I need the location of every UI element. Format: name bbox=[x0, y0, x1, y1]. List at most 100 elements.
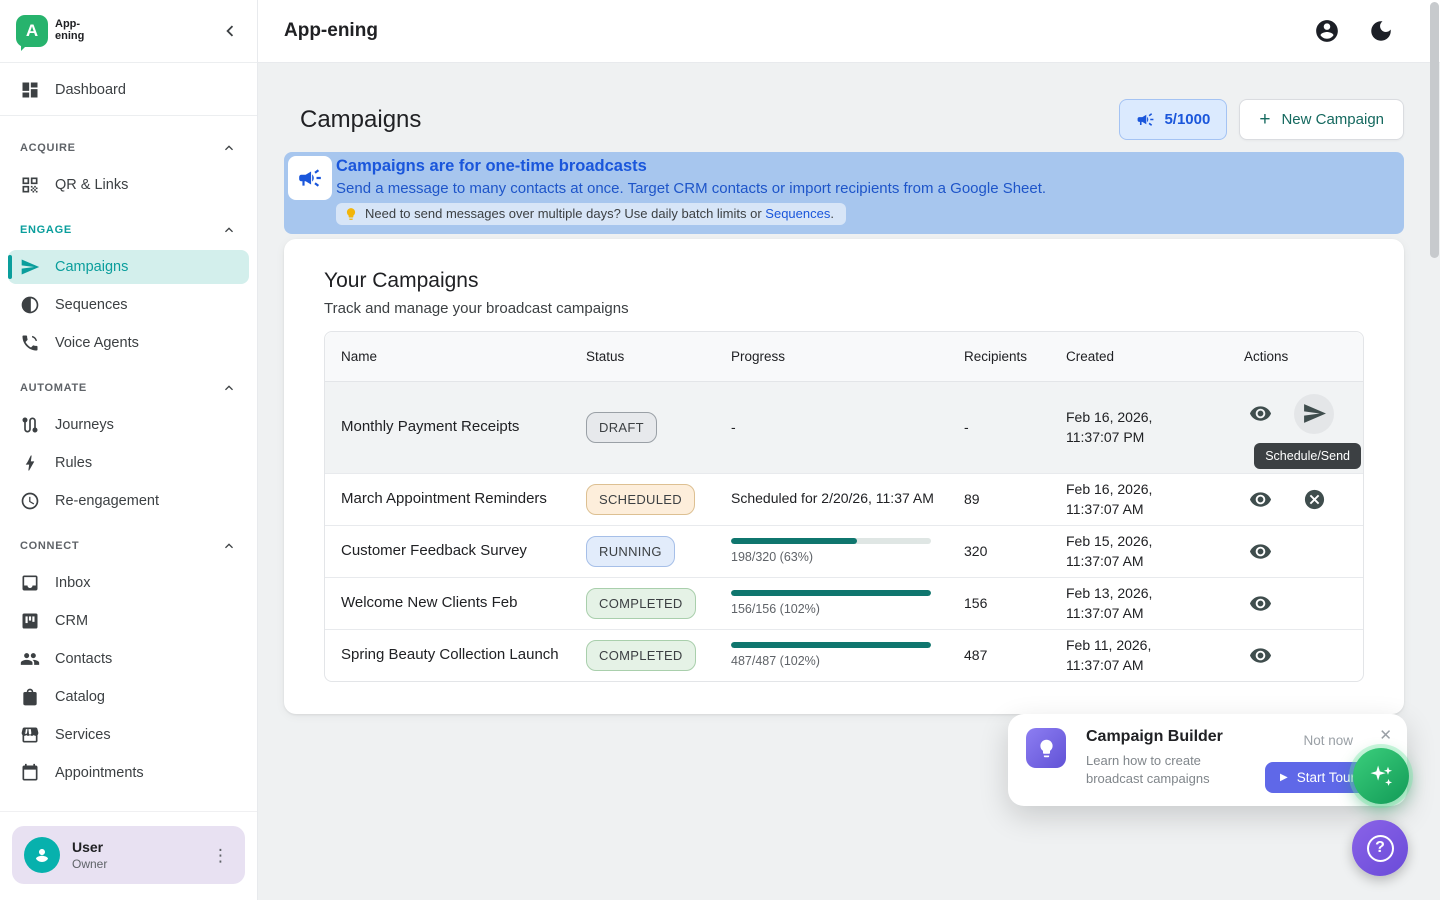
sidebar-item-journeys[interactable]: Journeys bbox=[8, 408, 249, 442]
qr-code-icon bbox=[20, 175, 40, 195]
view-button[interactable] bbox=[1240, 394, 1280, 434]
campaign-quota-badge[interactable]: 5/1000 bbox=[1119, 99, 1227, 140]
progress-fill bbox=[731, 590, 931, 596]
table-row: Monthly Payment Receipts DRAFT - - Feb 1… bbox=[325, 382, 1363, 473]
sidebar-collapse-button[interactable] bbox=[219, 20, 241, 42]
eye-icon bbox=[1249, 540, 1272, 563]
popup-body: Campaign Builder Learn how to create bro… bbox=[1086, 728, 1238, 792]
sidebar: A App- ening Dashboard ACQUIRE QR & Link… bbox=[0, 0, 258, 900]
sidebar-item-catalog[interactable]: Catalog bbox=[8, 680, 249, 714]
recipients-cell: 156 bbox=[964, 595, 1066, 611]
campaign-name: March Appointment Reminders bbox=[341, 489, 586, 509]
sidebar-footer: User Owner ⋮ bbox=[0, 811, 257, 900]
app-logo-icon[interactable]: A bbox=[16, 15, 48, 47]
lightning-bolt-icon bbox=[20, 453, 40, 473]
dark-mode-moon-icon[interactable] bbox=[1368, 18, 1394, 44]
view-button[interactable] bbox=[1240, 531, 1280, 571]
sidebar-item-contacts[interactable]: Contacts bbox=[8, 642, 249, 676]
sidebar-section-connect[interactable]: CONNECT bbox=[8, 522, 249, 562]
schedule-send-button[interactable] bbox=[1294, 394, 1334, 434]
progress-label: 156/156 (102%) bbox=[731, 602, 931, 616]
sidebar-item-re-engagement[interactable]: Re-engagement bbox=[8, 484, 249, 518]
plus-icon: + bbox=[1259, 110, 1270, 129]
app-root: A App- ening Dashboard ACQUIRE QR & Link… bbox=[0, 0, 1440, 900]
user-menu-dots-icon[interactable]: ⋮ bbox=[208, 843, 233, 868]
sidebar-item-sequences[interactable]: Sequences bbox=[8, 288, 249, 322]
banner-icon-box bbox=[288, 156, 332, 200]
sidebar-header: A App- ening bbox=[0, 0, 257, 63]
eye-icon bbox=[1249, 644, 1272, 667]
sidebar-item-voice-agents[interactable]: Voice Agents bbox=[8, 326, 249, 360]
sidebar-item-label: Re-engagement bbox=[55, 493, 159, 509]
table-header-row: Name Status Progress Recipients Created … bbox=[325, 332, 1363, 382]
top-header: App-ening bbox=[258, 0, 1440, 63]
sidebar-item-qr-links[interactable]: QR & Links bbox=[8, 168, 249, 202]
sidebar-item-campaigns[interactable]: Campaigns bbox=[8, 250, 249, 284]
col-actions: Actions bbox=[1226, 349, 1347, 364]
info-banner: Campaigns are for one-time broadcasts Se… bbox=[284, 152, 1404, 234]
sidebar-item-rules[interactable]: Rules bbox=[8, 446, 249, 480]
sidebar-section-engage[interactable]: ENGAGE bbox=[8, 206, 249, 246]
ai-assistant-fab[interactable] bbox=[1353, 748, 1409, 804]
user-avatar bbox=[24, 837, 60, 873]
view-button[interactable] bbox=[1240, 583, 1280, 623]
page-title: Campaigns bbox=[300, 106, 421, 134]
calendar-icon bbox=[20, 763, 40, 783]
contrast-circle-icon bbox=[20, 295, 40, 315]
new-campaign-button[interactable]: + New Campaign bbox=[1239, 99, 1404, 140]
sidebar-item-appointments[interactable]: Appointments bbox=[8, 756, 249, 790]
sidebar-section-automate[interactable]: AUTOMATE bbox=[8, 364, 249, 404]
eye-icon bbox=[1249, 592, 1272, 615]
user-card[interactable]: User Owner ⋮ bbox=[12, 826, 245, 884]
recipients-cell: - bbox=[964, 419, 1066, 435]
created-cell: Feb 16, 2026, 11:37:07 PM bbox=[1066, 407, 1198, 448]
view-button[interactable] bbox=[1240, 479, 1280, 519]
recipients-cell: 320 bbox=[964, 543, 1066, 559]
cancel-button[interactable] bbox=[1294, 479, 1334, 519]
question-mark-icon: ? bbox=[1367, 835, 1394, 862]
sidebar-item-label: Campaigns bbox=[55, 259, 128, 275]
sidebar-item-inbox[interactable]: Inbox bbox=[8, 566, 249, 600]
progress-fill bbox=[731, 538, 857, 544]
sequences-link[interactable]: Sequences bbox=[765, 206, 830, 221]
progress-label: 487/487 (102%) bbox=[731, 654, 931, 668]
send-icon bbox=[1302, 401, 1327, 426]
table-row: Customer Feedback Survey RUNNING 198/320… bbox=[325, 525, 1363, 577]
app-logo-text[interactable]: App- ening bbox=[55, 19, 84, 42]
sidebar-item-services[interactable]: Services bbox=[8, 718, 249, 752]
progress-cell: - bbox=[731, 419, 964, 435]
section-label: ACQUIRE bbox=[20, 142, 76, 154]
sidebar-item-crm[interactable]: CRM bbox=[8, 604, 249, 638]
sidebar-item-label: CRM bbox=[55, 613, 88, 629]
col-created: Created bbox=[1066, 349, 1226, 364]
sidebar-item-label: Journeys bbox=[55, 417, 114, 433]
progress-track bbox=[731, 642, 931, 648]
not-now-button[interactable]: Not now bbox=[1303, 733, 1353, 748]
status-badge: DRAFT bbox=[586, 412, 657, 443]
table-row: Spring Beauty Collection Launch COMPLETE… bbox=[325, 629, 1363, 681]
view-button[interactable] bbox=[1240, 635, 1280, 675]
status-badge: COMPLETED bbox=[586, 640, 696, 671]
status-badge: SCHEDULED bbox=[586, 484, 695, 515]
campaign-builder-popup: Campaign Builder Learn how to create bro… bbox=[1008, 714, 1407, 806]
created-cell: Feb 16, 2026, 11:37:07 AM bbox=[1066, 479, 1198, 520]
tip-prefix: Need to send messages over multiple days… bbox=[365, 206, 765, 221]
actions-cell bbox=[1226, 583, 1347, 623]
page-scrollbar-thumb[interactable] bbox=[1430, 2, 1439, 258]
account-circle-icon[interactable] bbox=[1314, 18, 1340, 44]
sidebar-item-label: Catalog bbox=[55, 689, 105, 705]
sidebar-item-label: QR & Links bbox=[55, 177, 128, 193]
progress-fill bbox=[731, 642, 931, 648]
megaphone-icon bbox=[297, 165, 323, 191]
megaphone-icon bbox=[1136, 110, 1155, 129]
header-title: App-ening bbox=[284, 20, 378, 42]
sidebar-section-acquire[interactable]: ACQUIRE bbox=[8, 124, 249, 164]
sidebar-item-dashboard[interactable]: Dashboard bbox=[8, 73, 249, 107]
shopping-bag-icon bbox=[20, 687, 40, 707]
close-icon[interactable]: ✕ bbox=[1377, 724, 1394, 746]
progress-cell: 156/156 (102%) bbox=[731, 590, 931, 616]
send-icon bbox=[20, 257, 40, 277]
help-fab[interactable]: ? bbox=[1352, 820, 1408, 876]
table-row: Welcome New Clients Feb COMPLETED 156/15… bbox=[325, 577, 1363, 629]
sidebar-item-label: Contacts bbox=[55, 651, 112, 667]
